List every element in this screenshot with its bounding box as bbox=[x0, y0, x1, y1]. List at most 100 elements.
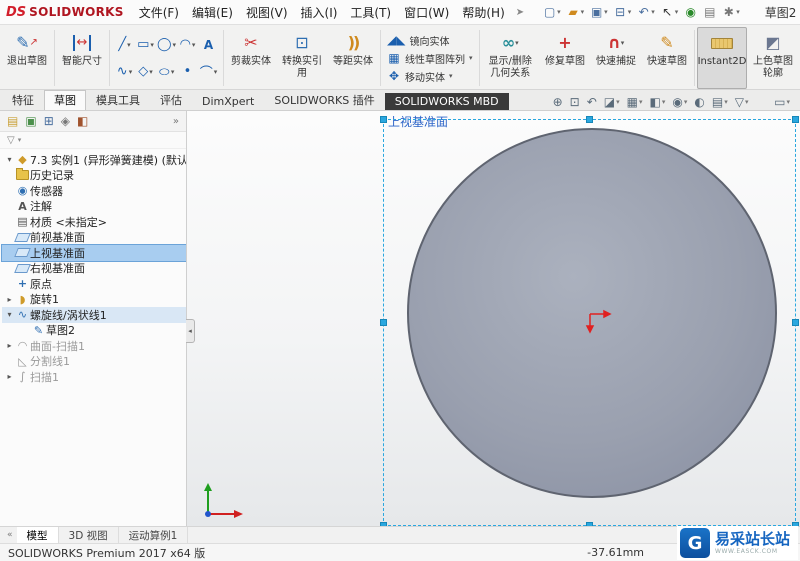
tree-item-right-plane[interactable]: 右视基准面 bbox=[2, 261, 186, 277]
tab-dimxpert[interactable]: DimXpert bbox=[192, 93, 264, 110]
circle-tool-button[interactable]: ◯ ▾ bbox=[157, 37, 176, 52]
convert-entities-button[interactable]: ⊡ 转换实引用 bbox=[277, 27, 327, 89]
selection-handle[interactable] bbox=[585, 116, 593, 123]
hide-show-items-button[interactable]: ◉ ▾ bbox=[672, 95, 687, 109]
displaymanager-tab-icon[interactable]: ◧ bbox=[77, 114, 88, 128]
menu-file[interactable]: 文件(F) bbox=[133, 2, 185, 23]
undo-button[interactable]: ↶ ▾ bbox=[635, 4, 657, 20]
display-style-button[interactable]: ◧ ▾ bbox=[650, 95, 666, 109]
line-tool-button[interactable]: ╱ ▾ bbox=[118, 37, 130, 52]
sketch-origin-marker[interactable] bbox=[585, 307, 613, 335]
repair-sketch-button[interactable]: + 修复草图 bbox=[540, 27, 590, 89]
text-tool-button[interactable]: A bbox=[204, 38, 213, 52]
tab-3d-views[interactable]: 3D 视图 bbox=[59, 527, 119, 543]
tree-item-history[interactable]: 历史记录 bbox=[2, 168, 186, 184]
smart-dimension-button[interactable]: ↔ 智能尺寸 bbox=[57, 27, 107, 89]
expander-icon[interactable]: ▸ bbox=[4, 341, 15, 350]
arc-tool-button[interactable]: ◠ ▾ bbox=[180, 37, 196, 52]
tab-sketch[interactable]: 草图 bbox=[44, 90, 86, 110]
selection-handle[interactable] bbox=[380, 318, 387, 326]
new-document-button[interactable]: ▢ ▾ bbox=[541, 4, 563, 20]
shaded-sketch-contours-button[interactable]: ◩ 上色草图轮廓 bbox=[748, 27, 798, 89]
file-properties-button[interactable]: ▤ bbox=[701, 4, 718, 20]
select-button[interactable]: ↖ ▾ bbox=[659, 4, 681, 20]
propertymanager-tab-icon[interactable]: ▣ bbox=[25, 114, 36, 128]
panel-collapse-handle[interactable]: ◂ bbox=[186, 319, 195, 343]
tab-solidworks-addins[interactable]: SOLIDWORKS 插件 bbox=[264, 90, 384, 110]
menu-tools[interactable]: 工具(T) bbox=[344, 2, 397, 23]
tree-item-part-root[interactable]: ▾ ◆ 7.3 实例1 (异形弹簧建模) (默认<<默认 bbox=[2, 152, 186, 168]
expander-icon[interactable]: ▸ bbox=[4, 372, 15, 381]
tree-item-sketch2[interactable]: ✎ 草图2 bbox=[2, 323, 186, 339]
rebuild-button[interactable]: ◉ bbox=[682, 4, 699, 20]
trim-entities-button[interactable]: ✂ 剪裁实体 bbox=[226, 27, 276, 89]
menu-window[interactable]: 窗口(W) bbox=[398, 2, 455, 23]
tree-item-split-line1[interactable]: ◺ 分割线1 bbox=[2, 354, 186, 370]
mirror-entities-button[interactable]: ◢◣ 镜向实体 bbox=[387, 33, 473, 48]
rapid-sketch-button[interactable]: ✎ 快速草图 bbox=[642, 27, 692, 89]
tree-item-sensors[interactable]: ◉ 传感器 bbox=[2, 183, 186, 199]
tree-item-revolve1[interactable]: ▸ ◗ 旋转1 bbox=[2, 292, 186, 308]
graphics-viewport[interactable]: 上视基准面 bbox=[187, 111, 800, 526]
tree-item-top-plane-selected[interactable]: 上视基准面 bbox=[1, 244, 186, 262]
selection-handle[interactable] bbox=[585, 522, 593, 526]
open-button[interactable]: ▰ ▾ bbox=[565, 4, 587, 20]
tree-item-sweep1[interactable]: ▸ ∫ 扫描1 bbox=[2, 369, 186, 385]
polygon-tool-button[interactable]: ◇ ▾ bbox=[138, 64, 153, 79]
section-view-button[interactable]: ◪ ▾ bbox=[604, 95, 620, 109]
rectangle-tool-button[interactable]: ▭ ▾ bbox=[137, 37, 154, 52]
point-tool-button[interactable]: • bbox=[184, 64, 192, 79]
tree-filter-row[interactable]: ▽ ▾ bbox=[0, 132, 186, 149]
menu-pin-icon[interactable]: ➤ bbox=[512, 7, 528, 18]
offset-entities-button[interactable]: )) 等距实体 bbox=[328, 27, 378, 89]
tree-item-helix1[interactable]: ▾ ∿ 螺旋线/涡状线1 bbox=[2, 307, 186, 323]
previous-view-button[interactable]: ↶ bbox=[587, 95, 597, 109]
move-entities-button[interactable]: ✥ 移动实体 ▾ bbox=[387, 69, 473, 84]
display-pane-toggle[interactable]: ▭ ▾ bbox=[774, 95, 790, 109]
tab-features[interactable]: 特征 bbox=[2, 90, 44, 110]
spline-tool-button[interactable]: ∿ ▾ bbox=[117, 64, 132, 79]
expander-icon[interactable]: ▾ bbox=[4, 155, 15, 164]
selection-handle[interactable] bbox=[792, 116, 799, 123]
view-settings-button[interactable]: ▽ ▾ bbox=[735, 95, 749, 109]
tree-item-material[interactable]: ▤ 材质 <未指定> bbox=[2, 214, 186, 230]
ellipse-tool-button[interactable]: ○ ▾ bbox=[159, 64, 175, 79]
zoom-to-area-button[interactable]: ⊡ bbox=[570, 95, 580, 109]
save-button[interactable]: ▣ ▾ bbox=[588, 4, 610, 20]
tab-evaluate[interactable]: 评估 bbox=[150, 90, 192, 110]
zoom-fit-button[interactable]: ⊕ bbox=[553, 95, 563, 109]
panel-tabs-more-icon[interactable]: » bbox=[173, 116, 179, 127]
options-button[interactable]: ✱ ▾ bbox=[720, 4, 742, 20]
exit-sketch-button[interactable]: ✎ ↗ 退出草图 bbox=[2, 27, 52, 89]
tree-item-surface-sweep1[interactable]: ▸ ◠ 曲面-扫描1 bbox=[2, 338, 186, 354]
menu-edit[interactable]: 编辑(E) bbox=[186, 2, 239, 23]
menu-view[interactable]: 视图(V) bbox=[240, 2, 294, 23]
tab-scroll-back-icon[interactable]: « bbox=[3, 527, 17, 543]
dimxpertmanager-tab-icon[interactable]: ◈ bbox=[61, 114, 70, 128]
menu-help[interactable]: 帮助(H) bbox=[456, 2, 510, 23]
edit-appearance-button[interactable]: ◐ bbox=[694, 95, 704, 109]
tab-model[interactable]: 模型 bbox=[16, 527, 59, 543]
menu-insert[interactable]: 插入(I) bbox=[295, 2, 344, 23]
featuremanager-tab-icon[interactable]: ▤ bbox=[7, 114, 18, 128]
selection-handle[interactable] bbox=[380, 116, 387, 123]
expander-icon[interactable]: ▾ bbox=[4, 310, 15, 319]
tab-motion-study1[interactable]: 运动算例1 bbox=[119, 527, 189, 543]
linear-sketch-pattern-button[interactable]: ▦ 线性草图阵列 ▾ bbox=[387, 51, 472, 66]
selection-handle[interactable] bbox=[792, 318, 799, 326]
tab-solidworks-mbd[interactable]: SOLIDWORKS MBD bbox=[384, 93, 509, 110]
configurationmanager-tab-icon[interactable]: ⊞ bbox=[44, 114, 54, 128]
selection-handle[interactable] bbox=[380, 522, 387, 526]
tab-mold-tools[interactable]: 模具工具 bbox=[86, 90, 150, 110]
tree-item-front-plane[interactable]: 前视基准面 bbox=[2, 230, 186, 246]
quick-snaps-button[interactable]: ∩ ▾ 快速捕捉 bbox=[591, 27, 641, 89]
expander-icon[interactable]: ▸ bbox=[4, 295, 15, 304]
tree-item-origin[interactable]: + 原点 bbox=[2, 276, 186, 292]
display-delete-relations-button[interactable]: ∞ ▾ 显示/删除几何关系 bbox=[482, 27, 539, 89]
centerline-tool-button[interactable]: ⌒ ▾ bbox=[200, 62, 218, 81]
print-button[interactable]: ⊟ ▾ bbox=[612, 4, 634, 20]
view-orientation-button[interactable]: ▦ ▾ bbox=[627, 95, 643, 109]
apply-scene-button[interactable]: ▤ ▾ bbox=[712, 95, 728, 109]
tree-item-annotations[interactable]: A 注解 bbox=[2, 199, 186, 215]
instant2d-button[interactable]: Instant2D bbox=[697, 27, 747, 89]
